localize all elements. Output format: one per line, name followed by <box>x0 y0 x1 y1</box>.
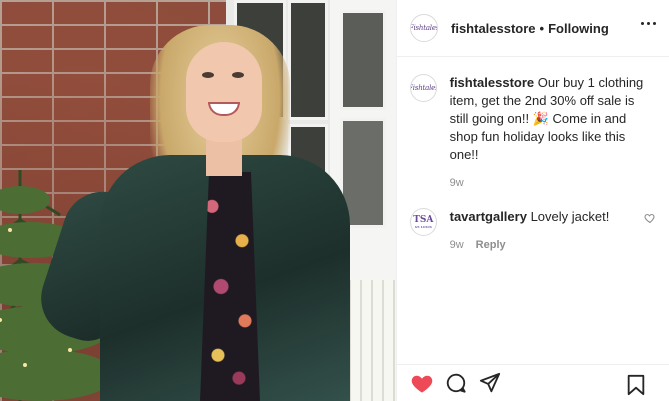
more-options-icon[interactable] <box>641 22 656 25</box>
caption-username[interactable]: fishtalesstore <box>450 75 535 90</box>
comment-item: TSA ST. LOUIS tavartgallery Lovely jacke… <box>410 208 656 254</box>
share-icon[interactable] <box>478 371 502 395</box>
person-neck <box>206 136 242 176</box>
floral-dress <box>200 172 260 401</box>
person-face <box>186 42 262 142</box>
post-side-panel: Fishtales fishtalesstore • Following Fis… <box>396 0 669 401</box>
caption-body: fishtalesstore Our buy 1 clothing item, … <box>450 74 656 192</box>
eye <box>202 72 214 78</box>
commenter-avatar[interactable]: TSA ST. LOUIS <box>410 208 437 236</box>
comment-username[interactable]: tavartgallery <box>450 209 527 224</box>
author-avatar[interactable]: Fishtales <box>410 14 438 42</box>
heart-filled-icon[interactable] <box>410 371 434 395</box>
comment-meta: 9w Reply <box>450 236 656 254</box>
action-bar <box>397 364 669 401</box>
header-separator: • <box>539 20 545 36</box>
comment-body: tavartgallery Lovely jacket! 9w Reply <box>450 208 656 254</box>
bookmark-icon[interactable] <box>624 373 648 397</box>
post-header: Fishtales fishtalesstore • Following <box>397 0 669 57</box>
eye <box>232 72 244 78</box>
avatar-logo: TSA ST. LOUIS <box>413 214 434 229</box>
caption-author-avatar[interactable]: Fishtales <box>410 74 437 102</box>
avatar-logo-text: Fishtales <box>410 24 438 32</box>
caption: Fishtales fishtalesstore Our buy 1 cloth… <box>410 74 656 192</box>
avatar-logo-text: Fishtales <box>411 84 436 92</box>
reply-button[interactable]: Reply <box>476 236 506 254</box>
post-photo[interactable] <box>0 0 396 401</box>
header-username[interactable]: fishtalesstore <box>451 21 536 36</box>
comment-text: Lovely jacket! <box>530 209 610 224</box>
comment-time[interactable]: 9w <box>450 236 464 254</box>
comment-icon[interactable] <box>444 371 468 395</box>
smile <box>208 102 240 116</box>
following-button[interactable]: Following <box>548 21 609 36</box>
door-pane <box>340 10 386 110</box>
window-pane <box>288 0 328 120</box>
comments-section: Fishtales fishtalesstore Our buy 1 cloth… <box>397 58 669 363</box>
comment-like-icon[interactable] <box>644 212 656 224</box>
caption-meta: 9w <box>450 174 656 192</box>
caption-time[interactable]: 9w <box>450 174 464 192</box>
